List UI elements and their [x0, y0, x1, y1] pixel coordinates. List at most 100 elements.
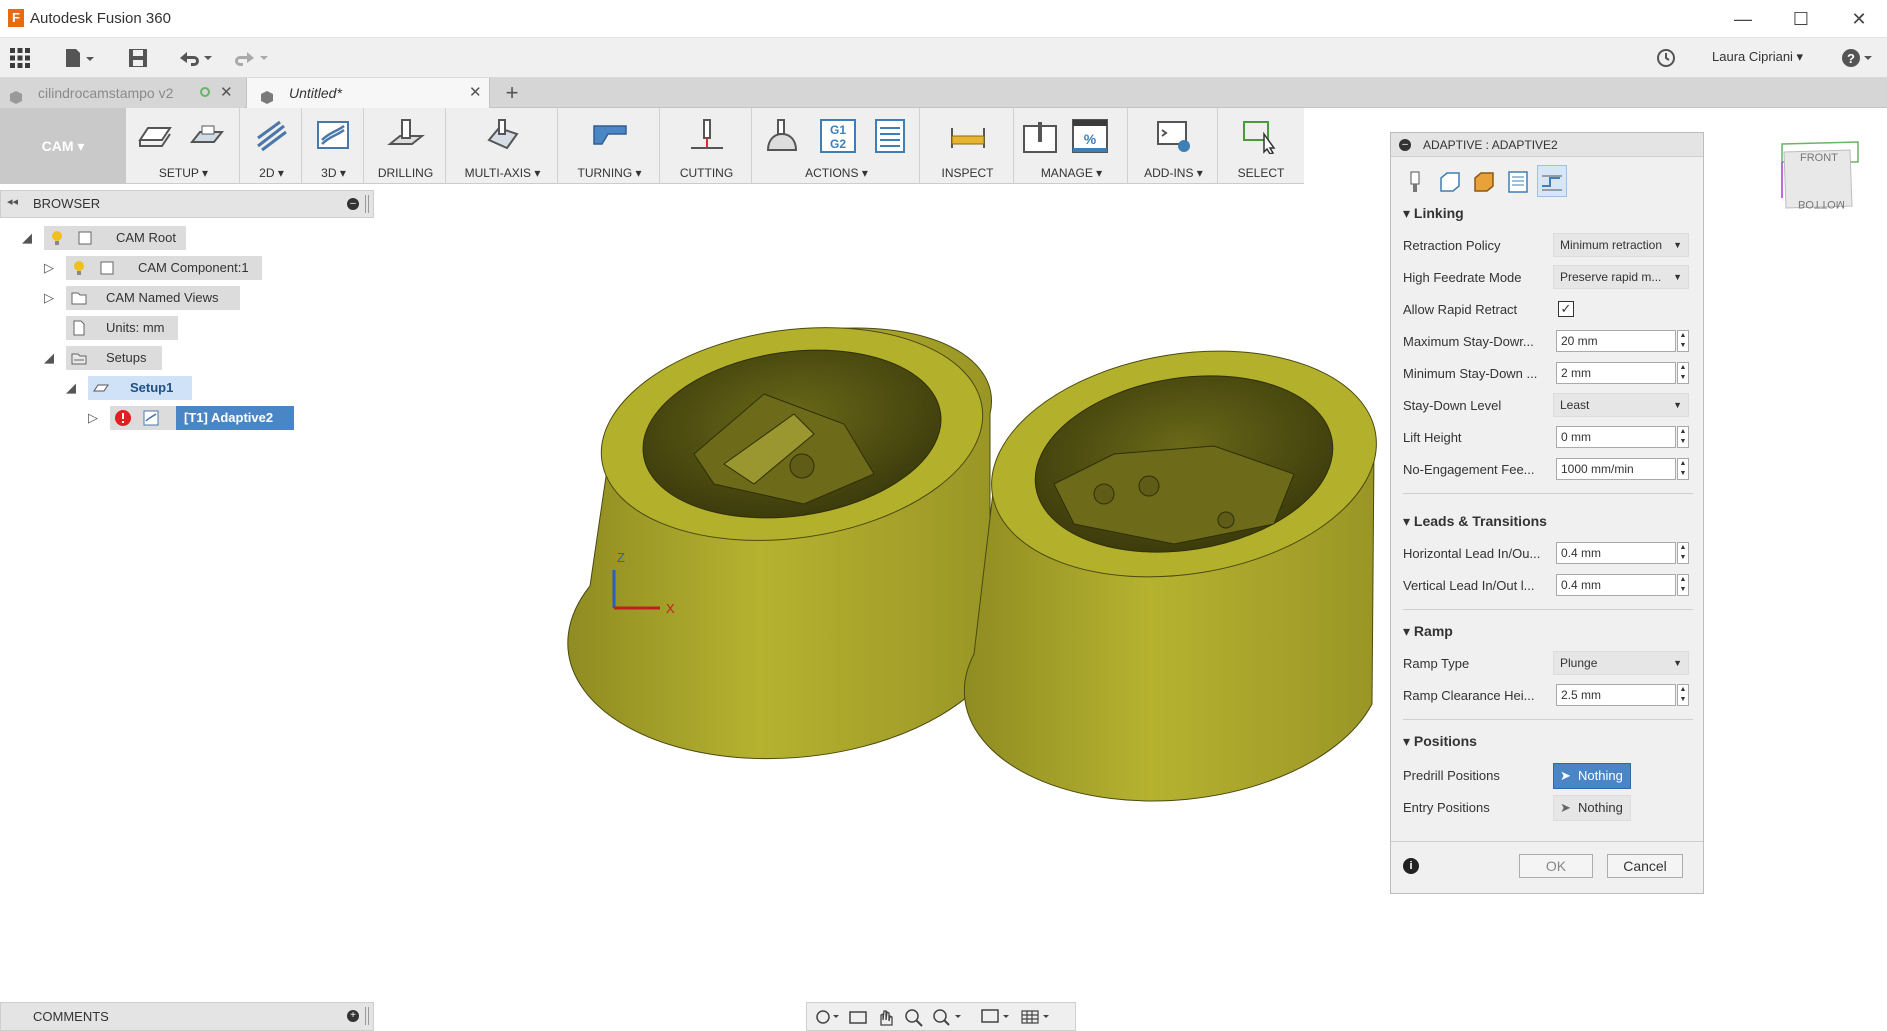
- no-engagement-feed-input[interactable]: 1000 mm/min: [1556, 458, 1676, 480]
- ribbon-group-cutting[interactable]: CUTTING: [662, 108, 752, 184]
- ribbon-group-2d[interactable]: 2D ▾: [242, 108, 302, 184]
- add-comment-icon[interactable]: +: [347, 1010, 359, 1022]
- passes-tab-icon[interactable]: [1505, 169, 1531, 195]
- section-leads[interactable]: ▾ Leads & Transitions: [1403, 513, 1547, 530]
- tool-tab-icon[interactable]: [1403, 169, 1429, 195]
- look-at-icon[interactable]: [847, 1007, 869, 1027]
- scripts-addins-icon[interactable]: [1154, 118, 1194, 154]
- expand-triangle-icon[interactable]: ▷: [42, 261, 56, 275]
- panel-resize-handle[interactable]: [365, 195, 369, 213]
- zoom-icon[interactable]: [903, 1007, 925, 1027]
- expand-triangle-icon[interactable]: ▷: [86, 411, 100, 425]
- undo-icon[interactable]: [176, 46, 216, 70]
- file-menu-icon[interactable]: [62, 46, 96, 70]
- ribbon-group-multi-axis[interactable]: MULTI-AXIS ▾: [448, 108, 558, 184]
- linking-tab-icon[interactable]: [1537, 165, 1567, 197]
- entry-positions-selector[interactable]: ➤ Nothing: [1553, 795, 1631, 821]
- section-linking[interactable]: ▾ Linking: [1403, 205, 1464, 222]
- select-cursor-icon[interactable]: [1240, 118, 1280, 155]
- section-ramp[interactable]: ▾ Ramp: [1403, 623, 1453, 640]
- tree-item-setup1[interactable]: ◢ Setup1: [0, 376, 374, 400]
- cutting-icon[interactable]: [687, 118, 727, 154]
- section-positions[interactable]: ▾ Positions: [1403, 733, 1477, 750]
- 3d-adaptive-icon[interactable]: [314, 118, 354, 154]
- cancel-button[interactable]: Cancel: [1607, 854, 1683, 878]
- setup-sheet-doc-icon[interactable]: [870, 118, 910, 154]
- expand-triangle-icon[interactable]: ▷: [42, 291, 56, 305]
- tab-untitled[interactable]: Untitled* ✕: [246, 78, 490, 108]
- ribbon-group-turning[interactable]: TURNING ▾: [560, 108, 660, 184]
- display-settings-icon[interactable]: [979, 1007, 1013, 1027]
- spinner-icon[interactable]: ▲ ▼: [1677, 542, 1689, 564]
- save-icon[interactable]: [126, 46, 150, 70]
- dialog-collapse-icon[interactable]: –: [1399, 139, 1411, 151]
- horizontal-lead-input[interactable]: 0.4 mm: [1556, 542, 1676, 564]
- help-icon[interactable]: ?: [1840, 46, 1874, 70]
- collapse-panel-icon[interactable]: ◂◂: [7, 195, 18, 208]
- collapse-triangle-icon[interactable]: ◢: [42, 351, 56, 365]
- min-stay-down-input[interactable]: 2 mm: [1556, 362, 1676, 384]
- user-account-menu[interactable]: Laura Cipriani ▾: [1712, 49, 1803, 65]
- minimize-button[interactable]: —: [1714, 0, 1772, 38]
- post-library-icon[interactable]: %: [1070, 118, 1110, 154]
- drill-icon[interactable]: [386, 118, 426, 154]
- ribbon-group-select[interactable]: SELECT: [1220, 108, 1302, 184]
- ribbon-group-add-ins[interactable]: ADD-INS ▾: [1130, 108, 1218, 184]
- spinner-icon[interactable]: ▲ ▼: [1677, 458, 1689, 480]
- simulate-icon[interactable]: [762, 118, 802, 154]
- setup-sheet-icon[interactable]: [188, 118, 228, 154]
- 2d-pocket-icon[interactable]: [252, 118, 292, 154]
- tab-cilindrocamstampo[interactable]: cilindrocamstampo v2 ✕: [0, 78, 244, 108]
- tool-library-icon[interactable]: [1020, 118, 1060, 154]
- redo-icon[interactable]: [232, 46, 272, 70]
- ribbon-group-actions[interactable]: G1 G2 ACTIONS ▾: [754, 108, 920, 184]
- spinner-icon[interactable]: ▲ ▼: [1677, 362, 1689, 384]
- stock-part-left[interactable]: [567, 304, 997, 760]
- app-grid-icon[interactable]: [8, 46, 32, 70]
- tree-item-setups[interactable]: ◢ Setups: [0, 346, 374, 370]
- measure-icon[interactable]: [948, 118, 988, 154]
- spinner-icon[interactable]: ▲ ▼: [1677, 574, 1689, 596]
- multi-axis-icon[interactable]: [483, 118, 523, 154]
- lift-height-input[interactable]: 0 mm: [1556, 426, 1676, 448]
- viewcube[interactable]: FRONT BOTTOM: [1776, 138, 1876, 234]
- ribbon-group-drilling[interactable]: DRILLING: [366, 108, 446, 184]
- allow-rapid-retract-checkbox[interactable]: ✓: [1558, 301, 1574, 317]
- tree-item-units[interactable]: Units: mm: [0, 316, 374, 340]
- orbit-icon[interactable]: [813, 1007, 843, 1027]
- ribbon-group-3d[interactable]: 3D ▾: [304, 108, 364, 184]
- heights-tab-icon[interactable]: [1471, 169, 1497, 195]
- high-feedrate-select[interactable]: Preserve rapid m... ▼: [1553, 265, 1689, 289]
- panel-resize-handle[interactable]: [365, 1007, 369, 1025]
- collapse-triangle-icon[interactable]: ◢: [64, 381, 78, 395]
- tree-item-cam-component[interactable]: ▷ CAM Component:1: [0, 256, 374, 280]
- retraction-policy-select[interactable]: Minimum retraction ▼: [1553, 233, 1689, 257]
- new-tab-button[interactable]: +: [500, 78, 524, 108]
- collapse-triangle-icon[interactable]: ◢: [20, 231, 34, 245]
- ribbon-group-setup[interactable]: SETUP ▾: [128, 108, 240, 184]
- close-tab-icon[interactable]: ✕: [220, 78, 233, 108]
- ramp-clearance-input[interactable]: 2.5 mm: [1556, 684, 1676, 706]
- workspace-switcher[interactable]: CAM ▾: [0, 108, 126, 184]
- stock-part-right[interactable]: [963, 325, 1392, 802]
- turning-icon[interactable]: [590, 118, 630, 154]
- tree-item-named-views[interactable]: ▷ CAM Named Views: [0, 286, 374, 310]
- close-window-button[interactable]: ✕: [1830, 0, 1887, 38]
- predrill-positions-selector[interactable]: ➤ Nothing: [1553, 763, 1631, 789]
- tree-item-adaptive2[interactable]: ▷ [T1] Adaptive2: [0, 406, 374, 430]
- spinner-icon[interactable]: ▲ ▼: [1677, 426, 1689, 448]
- geometry-tab-icon[interactable]: [1437, 169, 1463, 195]
- close-tab-icon[interactable]: ✕: [469, 78, 482, 108]
- info-icon[interactable]: i: [1403, 858, 1419, 874]
- stay-down-level-select[interactable]: Least ▼: [1553, 393, 1689, 417]
- ok-button[interactable]: OK: [1519, 854, 1593, 878]
- spinner-icon[interactable]: ▲ ▼: [1677, 684, 1689, 706]
- ribbon-group-inspect[interactable]: INSPECT: [922, 108, 1014, 184]
- visibility-bulb-icon[interactable]: [70, 259, 88, 277]
- new-setup-icon[interactable]: [136, 118, 176, 154]
- fit-zoom-icon[interactable]: [931, 1007, 965, 1027]
- browser-minimize-icon[interactable]: –: [347, 198, 359, 210]
- tree-item-cam-root[interactable]: ◢ CAM Root: [0, 226, 374, 250]
- visibility-bulb-icon[interactable]: [48, 229, 66, 247]
- vertical-lead-input[interactable]: 0.4 mm: [1556, 574, 1676, 596]
